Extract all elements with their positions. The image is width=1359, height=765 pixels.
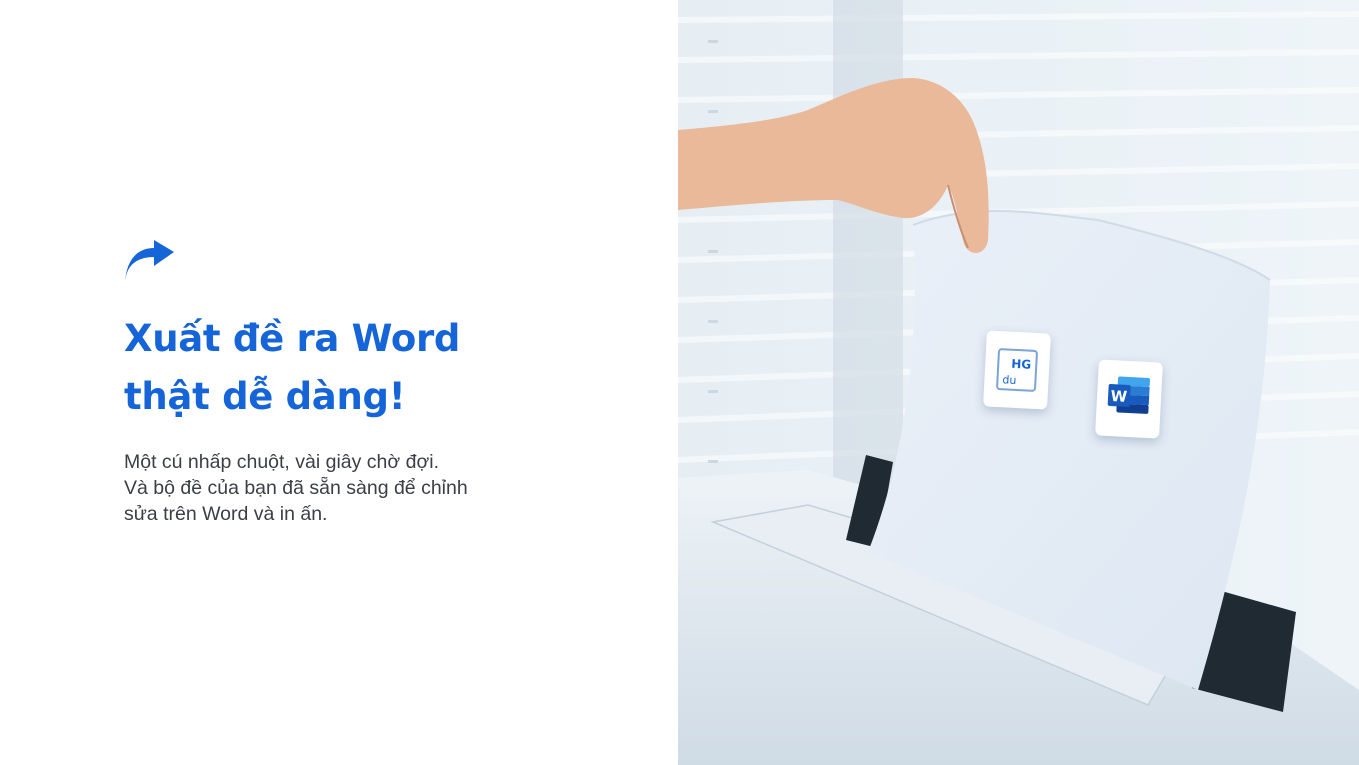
- page-title-line-2: thật dễ dàng!: [124, 375, 406, 418]
- hgedu-logo-top-text: HG: [1011, 357, 1032, 372]
- share-arrow-icon: [125, 240, 174, 283]
- description-line-3: sửa trên Word và in ấn.: [124, 503, 328, 525]
- page-description: Một cú nhấp chuột, vài giây chờ đợi. Và …: [124, 449, 544, 527]
- page-title: Xuất đề ra Word thật dễ dàng!: [124, 310, 604, 426]
- word-logo-letter: W: [1110, 387, 1128, 406]
- hero-photo: HG du W: [678, 0, 1359, 765]
- hg-edu-logo-icon: HG du: [983, 330, 1051, 410]
- description-line-2: Và bộ đề của bạn đã sẵn sàng để chỉnh: [124, 477, 468, 499]
- hgedu-logo-bottom-text: du: [1002, 373, 1017, 387]
- page-title-line-1: Xuất đề ra Word: [124, 317, 461, 360]
- content-panel: Xuất đề ra Word thật dễ dàng! Một cú nhấ…: [0, 0, 678, 765]
- microsoft-word-icon: W: [1095, 359, 1163, 439]
- description-line-1: Một cú nhấp chuột, vài giây chờ đợi.: [124, 451, 439, 473]
